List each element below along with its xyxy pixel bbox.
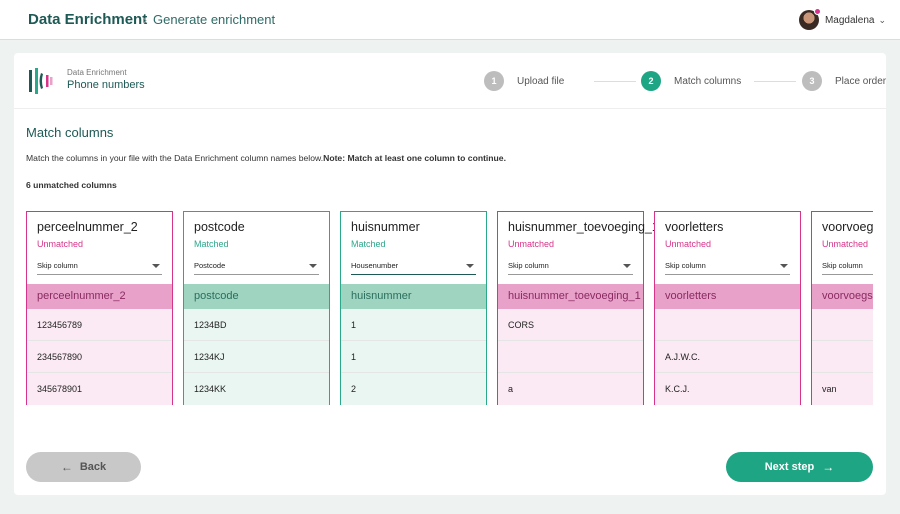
column-cell bbox=[812, 341, 873, 373]
top-bar: Data Enrichment › Generate enrichment Ma… bbox=[0, 0, 900, 40]
instruction-body: Match the columns in your file with the … bbox=[26, 153, 324, 163]
column-card: huisnummer Matched Housenumber huisnumme… bbox=[340, 211, 487, 405]
column-card: perceelnummer_2 Unmatched Skip column pe… bbox=[26, 211, 173, 405]
column-status: Matched bbox=[351, 239, 386, 249]
select-value: Skip column bbox=[822, 261, 863, 270]
column-cell: 1234KK bbox=[184, 373, 329, 405]
column-cell: 2 bbox=[341, 373, 486, 405]
select-value: Skip column bbox=[37, 261, 78, 270]
step-place-order: 3 Place order bbox=[802, 71, 886, 91]
next-step-button-label: Next step bbox=[764, 461, 815, 473]
column-header: huisnummer_toevoeging_1 bbox=[498, 284, 643, 309]
column-name: voorletters bbox=[665, 220, 724, 234]
column-name: huisnummer_toevoeging_1 bbox=[508, 220, 659, 234]
column-card: voorvoegsel Unmatched Skip column voorvo… bbox=[811, 211, 873, 405]
avatar[interactable] bbox=[798, 8, 821, 30]
column-header: voorvoegsel bbox=[812, 284, 873, 309]
column-cell: a bbox=[498, 373, 643, 405]
select-value: Skip column bbox=[508, 261, 549, 270]
column-header: voorletters bbox=[655, 284, 800, 309]
column-cell: 345678901 bbox=[27, 373, 172, 405]
unmatched-count: 6 unmatched columns bbox=[26, 180, 117, 190]
product-title: Phone numbers bbox=[67, 79, 145, 91]
column-cell: 1 bbox=[341, 341, 486, 373]
step-number: 2 bbox=[641, 71, 661, 91]
instruction-text: Match the columns in your file with the … bbox=[26, 153, 506, 163]
step-match-columns: 2 Match columns bbox=[641, 71, 741, 91]
column-mapping-select[interactable]: Postcode bbox=[194, 257, 319, 275]
back-button[interactable]: ← Back bbox=[26, 452, 141, 482]
column-cell: 234567890 bbox=[27, 341, 172, 373]
step-number: 3 bbox=[802, 71, 822, 91]
column-cell: A.J.W.C. bbox=[655, 341, 800, 373]
caret-down-icon bbox=[466, 264, 474, 268]
chevron-down-icon[interactable]: ⌄ bbox=[878, 15, 886, 26]
column-header: postcode bbox=[184, 284, 329, 309]
caret-down-icon bbox=[780, 264, 788, 268]
phone-numbers-logo-icon bbox=[29, 68, 53, 94]
column-status: Unmatched bbox=[822, 239, 869, 249]
card-header: Data Enrichment Phone numbers 1 Upload f… bbox=[14, 53, 886, 109]
next-step-button[interactable]: Next step → bbox=[726, 452, 873, 482]
breadcrumb-separator-icon: › bbox=[143, 13, 147, 27]
column-cell: K.C.J. bbox=[655, 373, 800, 405]
column-status: Unmatched bbox=[665, 239, 712, 249]
column-card: voorletters Unmatched Skip column voorle… bbox=[654, 211, 801, 405]
app-title[interactable]: Data Enrichment bbox=[28, 11, 147, 28]
column-name: voorvoegsel bbox=[822, 220, 873, 234]
column-header: huisnummer bbox=[341, 284, 486, 309]
column-mapping-select[interactable]: Skip column bbox=[822, 257, 873, 275]
step-label: Upload file bbox=[517, 75, 565, 87]
column-cell: 1 bbox=[341, 309, 486, 341]
step-connector bbox=[754, 81, 796, 82]
column-mapping-select[interactable]: Skip column bbox=[665, 257, 790, 275]
column-cell: van bbox=[812, 373, 873, 405]
step-label: Place order bbox=[835, 75, 887, 87]
column-cell: 1234KJ bbox=[184, 341, 329, 373]
step-connector bbox=[594, 81, 636, 82]
column-cell: 123456789 bbox=[27, 309, 172, 341]
breadcrumb: Generate enrichment bbox=[153, 12, 276, 27]
section-title: Match columns bbox=[26, 125, 114, 140]
column-cell: 1234BD bbox=[184, 309, 329, 341]
column-card: huisnummer_toevoeging_1 Unmatched Skip c… bbox=[497, 211, 659, 405]
product-subtitle: Data Enrichment bbox=[67, 68, 127, 77]
main-card: Data Enrichment Phone numbers 1 Upload f… bbox=[14, 53, 886, 495]
select-value: Housenumber bbox=[351, 261, 399, 270]
caret-down-icon bbox=[152, 264, 160, 268]
arrow-left-icon: ← bbox=[60, 460, 73, 474]
user-menu[interactable]: Magdalena ⌄ bbox=[798, 8, 886, 30]
caret-down-icon bbox=[309, 264, 317, 268]
user-name[interactable]: Magdalena bbox=[825, 15, 874, 26]
back-button-label: Back bbox=[79, 461, 107, 473]
stepper: 1 Upload file 2 Match columns 3 Place or… bbox=[484, 71, 886, 91]
column-status: Matched bbox=[194, 239, 229, 249]
column-card: postcode Matched Postcode postcode 1234B… bbox=[183, 211, 330, 405]
column-mapping-select[interactable]: Skip column bbox=[37, 257, 162, 275]
select-value: Postcode bbox=[194, 261, 226, 270]
caret-down-icon bbox=[623, 264, 631, 268]
column-cell: CORS bbox=[498, 309, 643, 341]
notification-dot-icon bbox=[813, 8, 821, 15]
column-cell bbox=[812, 309, 873, 341]
column-mapping-select[interactable]: Housenumber bbox=[351, 257, 476, 275]
select-value: Skip column bbox=[665, 261, 706, 270]
arrow-right-icon: → bbox=[822, 460, 835, 474]
instruction-note: Note: Match at least one column to conti… bbox=[323, 153, 506, 163]
column-mapping-select[interactable]: Skip column bbox=[508, 257, 633, 275]
step-upload-file: 1 Upload file bbox=[484, 71, 564, 91]
column-name: huisnummer bbox=[351, 220, 420, 234]
column-cell bbox=[655, 309, 800, 341]
column-cell bbox=[498, 341, 643, 373]
columns-scroller[interactable]: perceelnummer_2 Unmatched Skip column pe… bbox=[26, 211, 873, 407]
column-status: Unmatched bbox=[508, 239, 555, 249]
column-name: postcode bbox=[194, 220, 245, 234]
step-number: 1 bbox=[484, 71, 504, 91]
column-status: Unmatched bbox=[37, 239, 84, 249]
step-label: Match columns bbox=[674, 75, 742, 87]
column-header: perceelnummer_2 bbox=[27, 284, 172, 309]
column-name: perceelnummer_2 bbox=[37, 220, 138, 234]
